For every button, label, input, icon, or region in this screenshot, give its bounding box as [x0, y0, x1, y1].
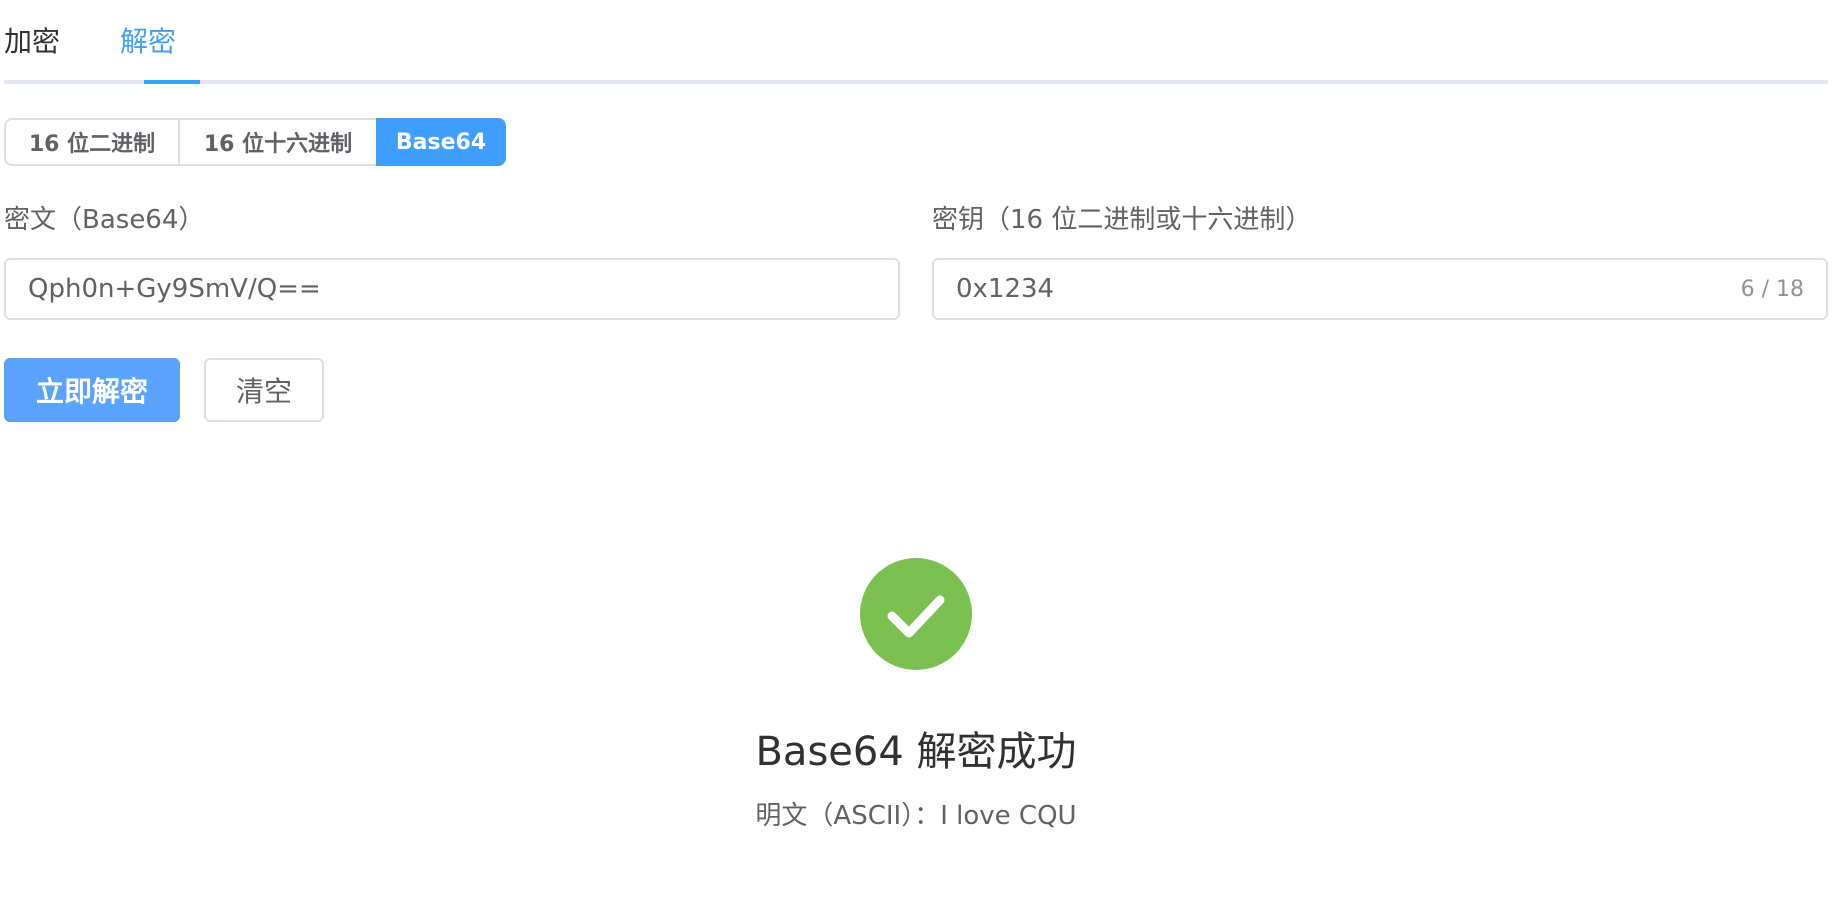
- ciphertext-label: 密文（Base64）: [4, 205, 205, 235]
- format-base64-button[interactable]: Base64: [376, 118, 506, 166]
- tab-decrypt[interactable]: 解密: [120, 22, 176, 62]
- clear-button[interactable]: 清空: [204, 358, 324, 422]
- result-title: Base64 解密成功: [755, 729, 1077, 775]
- ciphertext-input[interactable]: Qph0n+Gy9SmV/Q==: [4, 258, 900, 320]
- decrypt-button[interactable]: 立即解密: [4, 358, 180, 422]
- mode-tabs: 加密 解密: [4, 0, 1828, 84]
- key-input[interactable]: 0x1234 6 / 18: [932, 258, 1828, 320]
- result-plaintext: 明文（ASCII）：I love CQU: [755, 801, 1077, 831]
- active-tab-indicator: [144, 80, 200, 84]
- format-binary-button[interactable]: 16 位二进制: [4, 118, 180, 166]
- check-circle-icon: [860, 558, 972, 670]
- format-selector: 16 位二进制 16 位十六进制 Base64: [4, 118, 506, 166]
- key-value: 0x1234: [956, 274, 1055, 304]
- key-char-counter: 6 / 18: [1740, 276, 1804, 302]
- format-hex-button[interactable]: 16 位十六进制: [178, 118, 378, 166]
- key-label: 密钥（16 位二进制或十六进制）: [932, 205, 1312, 235]
- ciphertext-value: Qph0n+Gy9SmV/Q==: [28, 274, 321, 304]
- tab-encrypt[interactable]: 加密: [4, 22, 60, 62]
- decrypt-page: 加密 解密 16 位二进制 16 位十六进制 Base64 密文（Base64）…: [0, 0, 1832, 919]
